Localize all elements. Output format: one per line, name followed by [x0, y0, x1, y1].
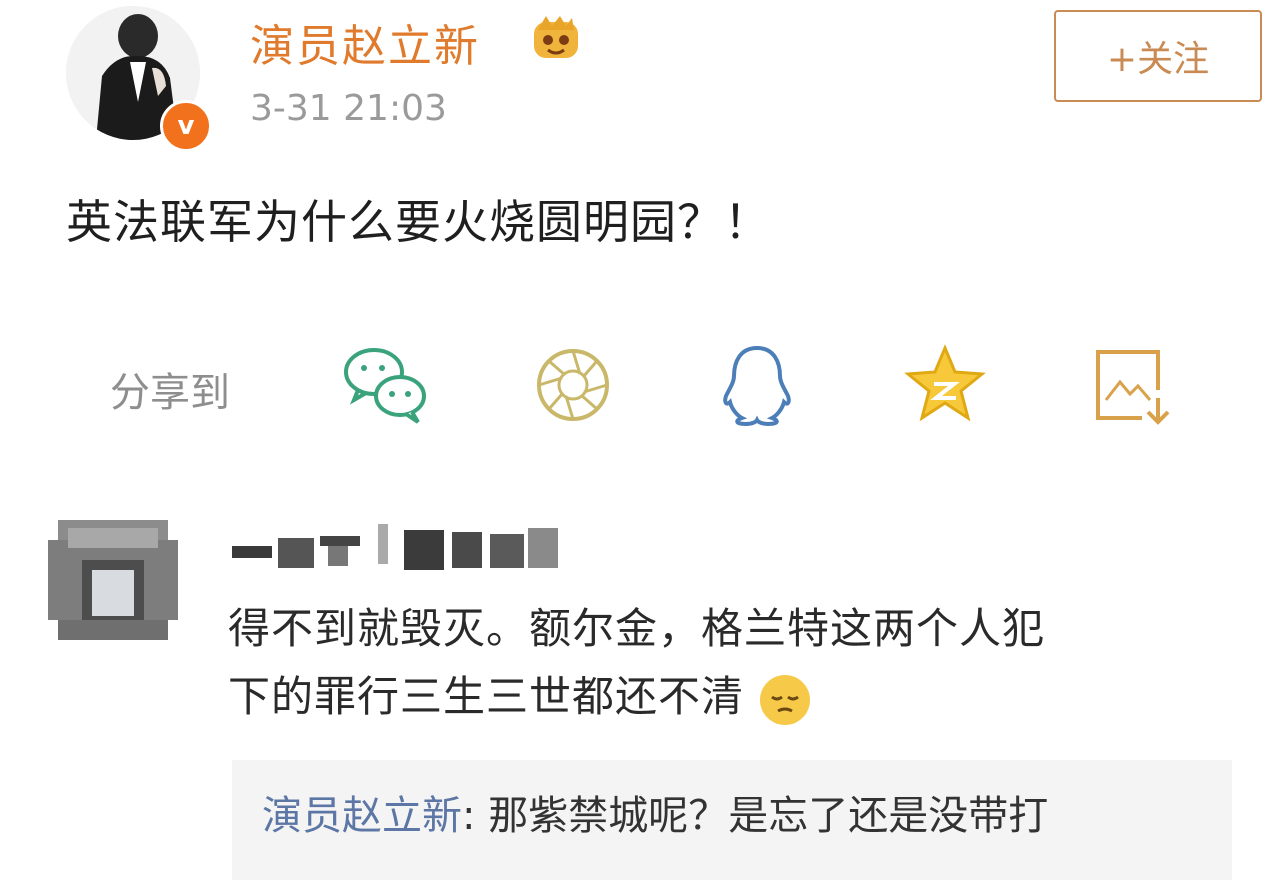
post-author-name[interactable]: 演员赵立新 [250, 10, 480, 74]
moments-icon[interactable] [528, 340, 618, 430]
vip-crown-icon [534, 16, 578, 58]
commenter-avatar[interactable] [48, 520, 178, 640]
reply-author-name[interactable]: 演员赵立新 [262, 793, 462, 839]
wechat-icon[interactable] [340, 340, 430, 430]
save-image-icon[interactable] [1088, 340, 1178, 430]
qq-icon[interactable] [712, 340, 802, 430]
weibo-post: v 演员赵立新 3-31 21:03 +关注 英法联军为什么要火烧圆明园？！ 分… [0, 0, 1280, 880]
pensive-emoji-icon [760, 674, 811, 725]
comment-line-2: 下的罪行三生三世都还不清 [228, 663, 1228, 731]
reply-text: : 那紫禁城呢？是忘了还是没带打 [462, 793, 1049, 839]
follow-button[interactable]: +关注 [1054, 10, 1262, 102]
verified-badge-icon: v [160, 100, 212, 152]
comment-body: 得不到就毁灭。额尔金，格兰特这两个人犯 下的罪行三生三世都还不清 [228, 595, 1228, 731]
commenter-name-pixelated[interactable] [228, 520, 568, 576]
reply[interactable]: 演员赵立新: 那紫禁城呢？是忘了还是没带打 [262, 783, 1048, 841]
post-text: 英法联军为什么要火烧圆明园？！ [66, 195, 771, 249]
comment-line-2-text: 下的罪行三生三世都还不清 [228, 672, 745, 721]
share-label: 分享到 [110, 370, 230, 416]
post-timestamp: 3-31 21:03 [250, 88, 447, 129]
comment-line-1: 得不到就毁灭。额尔金，格兰特这两个人犯 [228, 604, 1046, 653]
qzone-icon[interactable] [900, 340, 990, 430]
